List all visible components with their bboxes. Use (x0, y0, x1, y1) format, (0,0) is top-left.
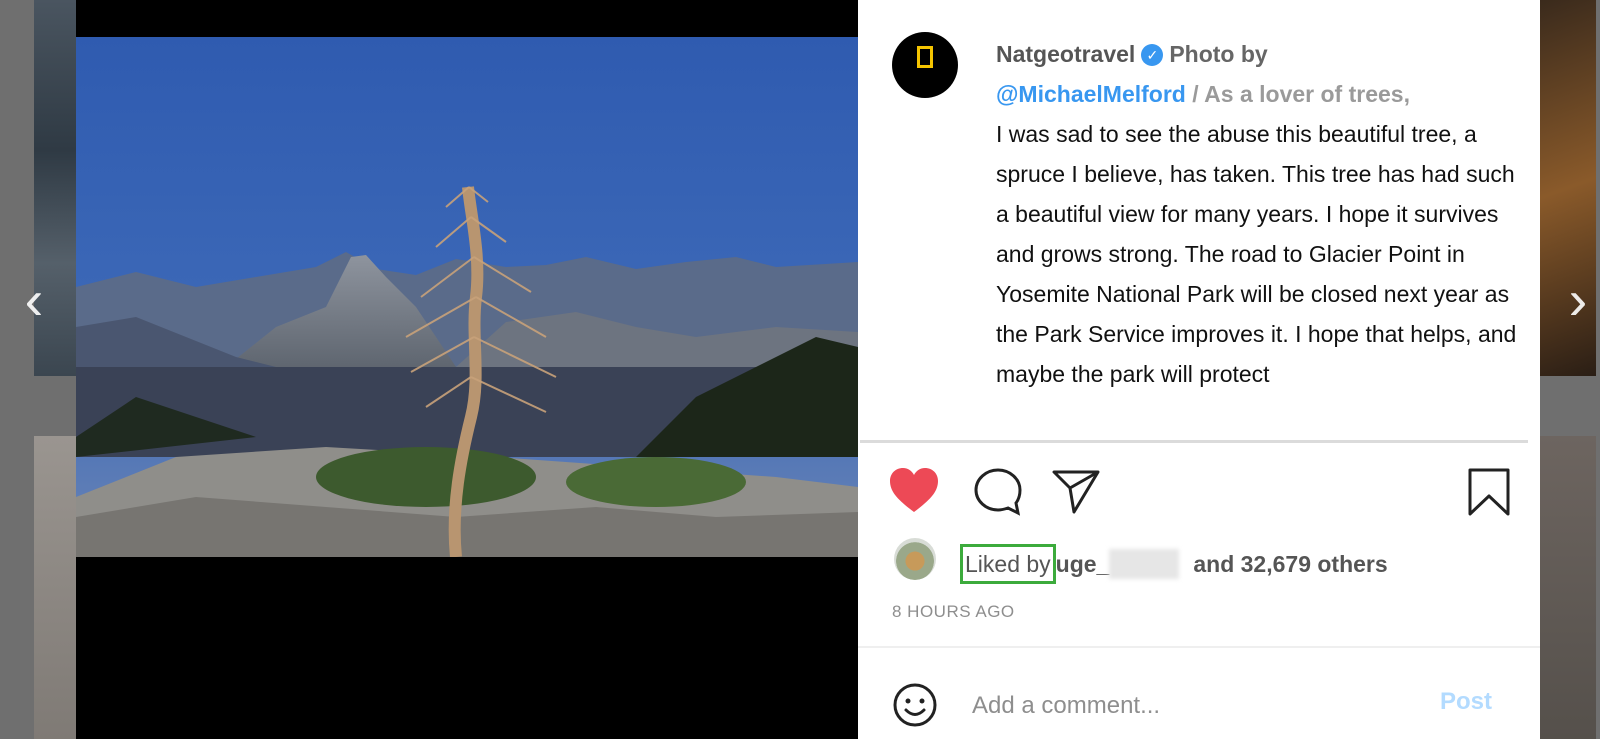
comment-icon (974, 468, 1022, 516)
post-timestamp: 8 HOURS AGO (892, 602, 1015, 621)
share-icon (1052, 470, 1100, 514)
background-thumbnail (34, 436, 76, 739)
post-comment-button[interactable]: Post (1440, 688, 1492, 716)
landscape-photo (76, 37, 858, 557)
comment-input[interactable] (970, 682, 1394, 730)
save-button[interactable] (1466, 466, 1512, 518)
background-right (1540, 0, 1600, 739)
liker-avatar[interactable] (894, 538, 936, 580)
background-thumbnail (1540, 436, 1596, 739)
bookmark-icon (1468, 468, 1510, 516)
photo-by-label: Photo by (1169, 41, 1268, 67)
share-button[interactable] (1050, 466, 1102, 514)
heart-icon (890, 468, 938, 512)
emoji-button[interactable] (892, 682, 938, 728)
post-media (76, 0, 858, 739)
caption-lead: / As a lover of trees, (1192, 81, 1410, 107)
photographer-mention[interactable]: @MichaelMelford (996, 81, 1186, 107)
chevron-left-icon[interactable]: ‹ (14, 270, 54, 330)
likes-count[interactable]: and 32,679 others (1193, 551, 1387, 577)
smiley-icon (893, 683, 937, 727)
section-divider (858, 646, 1540, 648)
author-avatar[interactable] (892, 32, 958, 98)
like-button[interactable] (888, 466, 940, 514)
verified-badge-icon: ✓ (1141, 44, 1164, 66)
likes-summary: Liked by uge_ and 32,679 others (960, 544, 1388, 584)
post-caption: Natgeotravel ✓ Photo by @MichaelMelford / … (996, 34, 1521, 394)
liker-username[interactable]: uge_ (1056, 551, 1110, 577)
caption-body: I was sad to see the abuse this beautifu… (996, 121, 1517, 387)
natgeo-logo-icon (917, 46, 933, 68)
author-username[interactable]: Natgeotravel (996, 41, 1135, 67)
post-details-panel: Natgeotravel ✓ Photo by @MichaelMelford / … (858, 0, 1540, 739)
chevron-right-icon[interactable]: › (1558, 270, 1598, 330)
background-left (0, 0, 76, 739)
section-divider (860, 440, 1528, 443)
post-photo (76, 37, 858, 557)
blurred-username (1109, 549, 1180, 579)
comment-button[interactable] (972, 466, 1024, 518)
liked-by-label: Liked by (960, 544, 1056, 584)
